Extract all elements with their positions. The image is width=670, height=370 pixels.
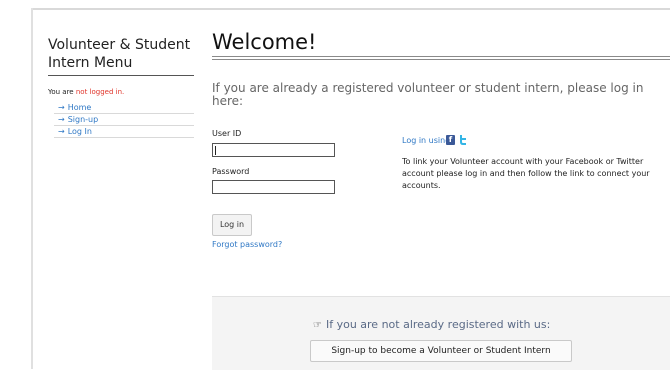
login-status-value: not logged in. — [75, 88, 125, 96]
sidebar-divider — [48, 75, 194, 76]
signup-button[interactable]: Sign-up to become a Volunteer or Student… — [310, 340, 572, 362]
sidebar-item-sign-up[interactable]: → Sign-up — [54, 114, 194, 126]
page-top-border — [32, 8, 670, 10]
login-button[interactable]: Log in — [212, 214, 252, 236]
sidebar-item-label: Sign-up — [67, 115, 99, 124]
title-divider-top — [212, 56, 670, 57]
facebook-icon[interactable]: f — [446, 135, 455, 145]
login-status: You are not logged in. — [48, 88, 194, 96]
sidebar-item-home[interactable]: → Home — [54, 102, 194, 114]
signup-heading: ☞ If you are not already registered with … — [313, 318, 550, 331]
sidebar-item-label: Home — [67, 103, 92, 112]
password-label: Password — [212, 167, 250, 176]
user-id-input[interactable] — [212, 143, 335, 157]
user-id-label: User ID — [212, 129, 242, 138]
arrow-right-icon: → — [58, 103, 65, 112]
login-intro-text: If you are already a registered voluntee… — [212, 81, 644, 108]
page-title: Welcome! — [212, 30, 317, 54]
forgot-password-link[interactable]: Forgot password? — [212, 240, 282, 249]
sidebar-title-line1: Volunteer & Student — [48, 37, 191, 53]
twitter-icon[interactable] — [458, 134, 468, 145]
sidebar-item-log-in[interactable]: → Log In — [54, 126, 194, 138]
title-divider-bottom — [212, 59, 670, 60]
arrow-right-icon: → — [58, 115, 65, 124]
signup-heading-text: If you are not already registered with u… — [325, 318, 551, 331]
sidebar: Volunteer & Student Intern Menu You are … — [48, 36, 194, 138]
social-link-instructions: To link your Volunteer account with your… — [402, 157, 650, 190]
password-input[interactable] — [212, 180, 335, 194]
sidebar-menu: → Home → Sign-up → Log In — [54, 102, 194, 138]
login-status-prefix: You are — [48, 88, 76, 96]
sidebar-title: Volunteer & Student Intern Menu — [48, 36, 194, 72]
sidebar-title-line2: Intern Menu — [48, 55, 133, 71]
text-cursor — [215, 146, 216, 155]
main-header: Welcome! — [212, 30, 670, 60]
arrow-right-icon: → — [58, 127, 65, 136]
sidebar-item-label: Log In — [67, 127, 92, 136]
pointing-hand-icon: ☞ — [313, 320, 322, 331]
page-left-border — [31, 8, 33, 369]
